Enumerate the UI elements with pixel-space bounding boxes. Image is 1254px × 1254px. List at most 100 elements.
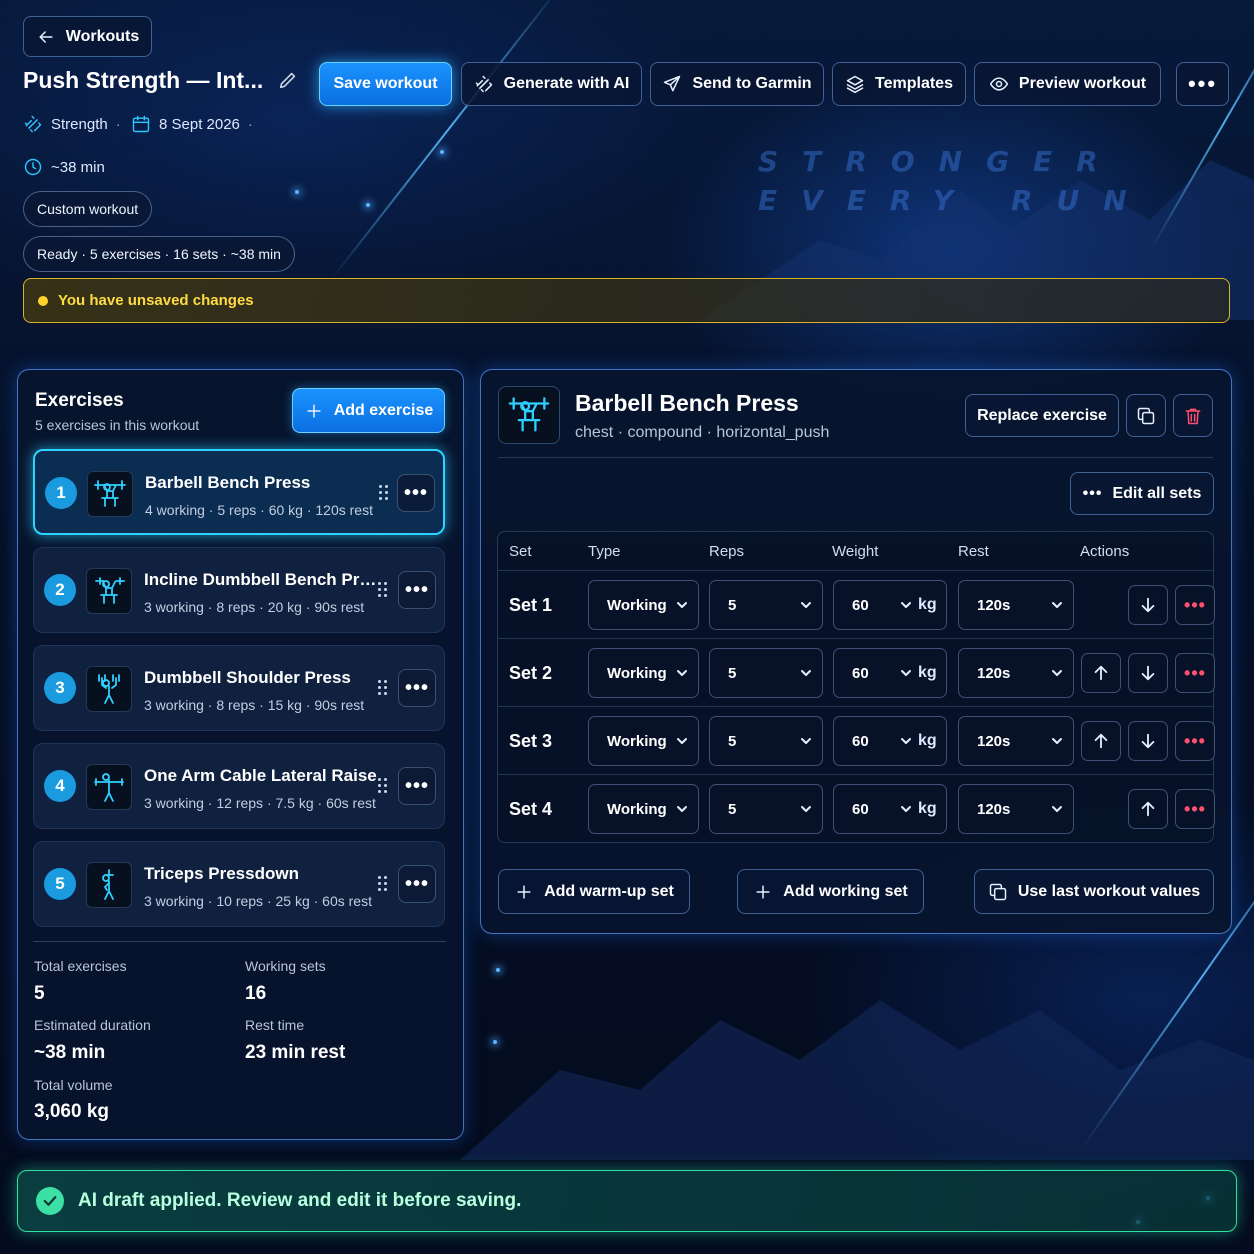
exercise-detail: 4 working · 5 reps · 60 kg · 120s rest	[145, 502, 373, 518]
divider	[498, 457, 1213, 458]
add-exercise-button[interactable]: Add exercise	[292, 388, 445, 433]
reps-value: 5	[728, 596, 737, 614]
exercise-name: Incline Dumbbell Bench Press	[144, 570, 384, 589]
reps-select[interactable]: 5	[709, 784, 823, 834]
move-set-down-button[interactable]	[1128, 721, 1168, 761]
exercise-thumbnail	[86, 764, 132, 810]
copy-icon	[989, 883, 1007, 900]
set-menu-button[interactable]: •••	[1175, 789, 1215, 829]
reps-select[interactable]: 5	[709, 580, 823, 630]
chevron-down-icon	[676, 802, 688, 814]
trash-icon	[1185, 408, 1201, 424]
rest-select[interactable]: 120s	[958, 716, 1074, 766]
exercise-card-incline-dumbbell-bench-press[interactable]: 2 Incline Dumbbell Bench Press 3 working…	[33, 547, 445, 633]
add-warm-up-set-button[interactable]: Add warm-up set	[498, 869, 690, 914]
generate-with-ai-button[interactable]: Generate with AI	[461, 62, 642, 106]
edit-title-button[interactable]	[277, 69, 301, 93]
reps-value: 5	[728, 800, 737, 818]
weight-select[interactable]: 60 kg	[833, 580, 947, 630]
set-menu-button[interactable]: •••	[1175, 585, 1215, 625]
back-to-workouts-button[interactable]: Workouts	[23, 16, 152, 57]
drag-handle-icon[interactable]	[378, 582, 390, 598]
workout-date[interactable]: 8 Sept 2026 ·	[131, 114, 253, 134]
clock-icon	[24, 158, 42, 176]
column-header-set: Set	[509, 543, 532, 560]
arrow-up-icon	[1094, 733, 1108, 749]
delete-exercise-button[interactable]	[1173, 394, 1213, 437]
exercise-menu-button[interactable]: •••	[398, 767, 436, 805]
exercises-heading: Exercises	[35, 390, 124, 411]
send-to-garmin-button[interactable]: Send to Garmin	[650, 62, 824, 106]
exercise-index-badge: 2	[44, 574, 76, 606]
set-menu-button[interactable]: •••	[1175, 721, 1215, 761]
drag-handle-icon[interactable]	[378, 876, 390, 892]
move-set-up-button[interactable]	[1081, 653, 1121, 693]
chevron-down-icon	[900, 666, 912, 678]
exercise-menu-button[interactable]: •••	[398, 571, 436, 609]
separator-dot: ·	[115, 115, 121, 133]
more-horizontal-icon: •••	[1184, 798, 1206, 819]
rest-time-value: 23 min rest	[245, 1042, 346, 1063]
exercise-menu-button[interactable]: •••	[398, 669, 436, 707]
move-set-up-button[interactable]	[1081, 721, 1121, 761]
exercise-detail: 3 working · 12 reps · 7.5 kg · 60s rest	[144, 795, 376, 811]
rest-select[interactable]: 120s	[958, 784, 1074, 834]
rest-select[interactable]: 120s	[958, 648, 1074, 698]
drag-handle-icon[interactable]	[379, 485, 391, 501]
exercise-card-one-arm-cable-lateral-raise[interactable]: 4 One Arm Cable Lateral Raise 3 working …	[33, 743, 445, 829]
more-options-button[interactable]: •••	[1176, 62, 1229, 106]
set-type-select[interactable]: Working	[588, 716, 699, 766]
replace-exercise-button[interactable]: Replace exercise	[965, 394, 1119, 437]
total-exercises-label: Total exercises	[34, 958, 127, 974]
preview-workout-button[interactable]: Preview workout	[974, 62, 1161, 106]
row-divider	[498, 638, 1213, 639]
weight-select[interactable]: 60 kg	[833, 784, 947, 834]
total-volume-label: Total volume	[34, 1077, 113, 1093]
set-type-select[interactable]: Working	[588, 580, 699, 630]
weight-unit: kg	[918, 664, 937, 681]
arrow-up-icon	[1094, 665, 1108, 681]
weight-unit: kg	[918, 596, 937, 613]
shoulder-press-icon	[98, 674, 120, 704]
exercise-menu-button[interactable]: •••	[398, 865, 436, 903]
rest-select[interactable]: 120s	[958, 580, 1074, 630]
move-set-down-button[interactable]	[1128, 653, 1168, 693]
weight-select[interactable]: 60 kg	[833, 716, 947, 766]
reps-select[interactable]: 5	[709, 648, 823, 698]
templates-button[interactable]: Templates	[832, 62, 966, 106]
chevron-down-icon	[676, 666, 688, 678]
more-horizontal-icon: •••	[403, 481, 428, 504]
reps-select[interactable]: 5	[709, 716, 823, 766]
weight-value: 60	[852, 800, 869, 818]
workout-date-label: 8 Sept 2026	[159, 115, 240, 133]
add-working-set-button[interactable]: Add working set	[737, 869, 924, 914]
duplicate-exercise-button[interactable]	[1126, 394, 1166, 437]
drag-handle-icon[interactable]	[378, 778, 390, 794]
exercise-card-barbell-bench-press[interactable]: 1 Barbell Bench Press 4 working · 5 reps…	[33, 449, 445, 535]
workout-title[interactable]: Push Strength — Int...	[23, 67, 263, 94]
set-label: Set 4	[509, 799, 553, 819]
weight-value: 60	[852, 664, 869, 682]
set-type-select[interactable]: Working	[588, 784, 699, 834]
exercise-card-dumbbell-shoulder-press[interactable]: 3 Dumbbell Shoulder Press 3 working · 8 …	[33, 645, 445, 731]
check-circle-icon	[36, 1187, 64, 1215]
more-horizontal-icon: •••	[404, 872, 429, 895]
chevron-down-icon	[1051, 734, 1063, 746]
set-type-value: Working	[607, 664, 667, 682]
exercise-card-triceps-pressdown[interactable]: 5 Triceps Pressdown 3 working · 10 reps …	[33, 841, 445, 927]
set-menu-button[interactable]: •••	[1175, 653, 1215, 693]
move-set-down-button[interactable]	[1128, 585, 1168, 625]
move-set-up-button[interactable]	[1128, 789, 1168, 829]
exercise-menu-button[interactable]: •••	[397, 474, 435, 512]
weight-unit: kg	[918, 800, 937, 817]
rest-value: 120s	[977, 800, 1011, 818]
save-workout-button[interactable]: Save workout	[319, 62, 452, 106]
drag-handle-icon[interactable]	[378, 680, 390, 696]
edit-all-sets-button[interactable]: ••• Edit all sets	[1070, 472, 1214, 515]
weight-select[interactable]: 60 kg	[833, 648, 947, 698]
ai-draft-banner: AI draft applied. Review and edit it bef…	[17, 1170, 1237, 1232]
row-divider	[498, 570, 1213, 571]
set-type-select[interactable]: Working	[588, 648, 699, 698]
use-last-workout-values-button[interactable]: Use last workout values	[974, 869, 1214, 914]
arrow-left-icon	[39, 30, 53, 43]
